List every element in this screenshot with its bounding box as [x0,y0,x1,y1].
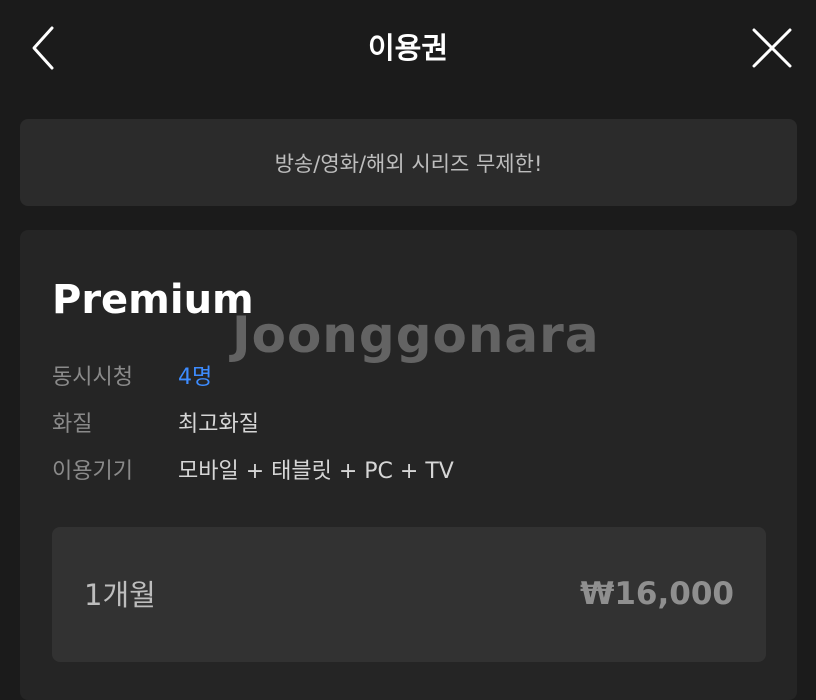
spec-value: 모바일 + 태블릿 + PC + TV [178,459,454,484]
spec-label: 화질 [52,412,93,437]
header-bar: 이용권 [0,0,816,96]
period-label: 1개월 [84,578,156,612]
promo-banner: 방송/영화/해외 시리즈 무제한! [20,119,797,206]
close-button[interactable] [746,22,798,74]
watermark: Joonggonara [232,306,600,364]
price-label: ₩16,000 [580,576,734,612]
promo-banner-text: 방송/영화/해외 시리즈 무제한! [274,151,543,176]
plan-name: Premium [52,277,254,323]
plan-card: Premium Joonggonara 동시시청 4명 화질 최고화질 이용기기… [20,230,797,700]
spec-label: 동시시청 [52,365,133,390]
price-option-1-month[interactable]: 1개월 ₩16,000 [52,527,766,662]
spec-label: 이용기기 [52,459,133,484]
page-title: 이용권 [367,31,449,65]
spec-value: 최고화질 [178,412,259,437]
spec-value: 4명 [178,365,213,390]
close-icon [752,28,792,68]
